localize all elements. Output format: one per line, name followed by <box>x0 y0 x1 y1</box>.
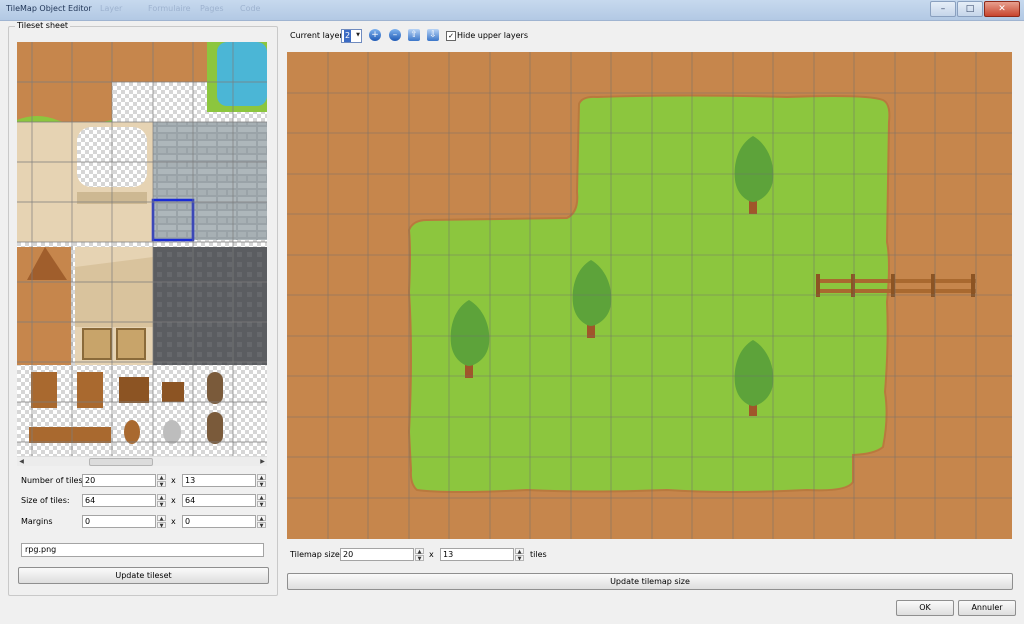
margins-label: Margins <box>21 517 53 526</box>
number-of-tiles-x-input[interactable] <box>82 474 156 487</box>
tilemap-image[interactable] <box>287 52 1012 539</box>
number-of-tiles-x-spinbox[interactable]: ▲▼ <box>82 474 166 488</box>
spin-down-icon[interactable]: ▼ <box>257 481 266 488</box>
tileset-group-label: Tileset sheet <box>15 21 70 30</box>
margins-x-input[interactable] <box>82 515 156 528</box>
tilemap-size-x-spinbox[interactable]: ▲▼ <box>340 548 424 562</box>
tilemap-size-label: Tilemap size: <box>290 550 343 559</box>
tileset-image-field[interactable]: rpg.png <box>21 543 264 557</box>
size-of-tiles-y-input[interactable] <box>182 494 256 507</box>
tileset-horizontal-scrollbar[interactable]: ◀ ▶ <box>17 456 267 466</box>
margins-x-spinbox[interactable]: ▲▼ <box>82 515 166 529</box>
tileset-group: Tileset sheet ◀ ▶ Number of tiles: 20 ▲ … <box>8 21 278 596</box>
margins-y-spinbox[interactable]: ▲▼ <box>182 515 266 529</box>
cancel-button[interactable]: Annuler <box>958 600 1016 616</box>
number-of-tiles-y-input[interactable] <box>182 474 256 487</box>
spin-down-icon[interactable]: ▼ <box>157 481 166 488</box>
size-of-tiles-label: Size of tiles: <box>21 496 70 505</box>
tilemap-size-y-spinbox[interactable]: ▲▼ <box>440 548 524 562</box>
spin-up-icon[interactable]: ▲ <box>257 494 266 501</box>
tilemap-size-units: tiles <box>530 550 547 559</box>
ghost-menu-item: Formulaire <box>148 4 191 13</box>
tilemap-size-x-input[interactable] <box>340 548 414 561</box>
spin-up-icon[interactable]: ▲ <box>157 494 166 501</box>
spin-down-icon[interactable]: ▼ <box>257 501 266 508</box>
times-sign: x <box>429 550 434 559</box>
spin-up-icon[interactable]: ▲ <box>257 474 266 481</box>
maximize-button[interactable]: □ <box>957 1 983 17</box>
remove-layer-icon[interactable]: – <box>389 29 401 41</box>
times-sign: x <box>171 476 176 485</box>
spin-up-icon[interactable]: ▲ <box>257 515 266 522</box>
tileset-image[interactable] <box>17 42 267 456</box>
ghost-menu-item: Code <box>240 4 261 13</box>
spin-down-icon[interactable]: ▼ <box>515 555 524 562</box>
minimize-button[interactable]: – <box>930 1 956 17</box>
hide-upper-layers-label: Hide upper layers <box>457 31 528 40</box>
hide-upper-layers-checkbox[interactable]: ✓ <box>446 31 456 41</box>
spin-down-icon[interactable]: ▼ <box>157 522 166 529</box>
move-layer-down-icon[interactable]: ⇩ <box>427 29 439 41</box>
tilemap-canvas[interactable] <box>287 52 1012 539</box>
ghost-menu-item: Layer <box>100 4 123 13</box>
spin-down-icon[interactable]: ▼ <box>157 501 166 508</box>
spin-up-icon[interactable]: ▲ <box>415 548 424 555</box>
current-layer-value: 2 <box>344 30 352 42</box>
margins-y-input[interactable] <box>182 515 256 528</box>
spin-up-icon[interactable]: ▲ <box>157 515 166 522</box>
current-layer-label: Current layer: <box>290 31 346 40</box>
tilemap-size-y-input[interactable] <box>440 548 514 561</box>
ok-button[interactable]: OK <box>896 600 954 616</box>
close-button[interactable]: ✕ <box>984 1 1020 17</box>
current-layer-select[interactable]: 2 ▼ <box>341 29 362 43</box>
title-bar: TileMap Object Editor Layer Formulaire P… <box>0 0 1024 21</box>
update-tileset-button[interactable]: Update tileset <box>18 567 269 584</box>
update-tilemap-size-button[interactable]: Update tilemap size <box>287 573 1013 590</box>
spin-down-icon[interactable]: ▼ <box>415 555 424 562</box>
number-of-tiles-y-spinbox[interactable]: ▲▼ <box>182 474 266 488</box>
tileset-hscroll-thumb[interactable] <box>89 458 153 466</box>
move-layer-up-icon[interactable]: ⇧ <box>408 29 420 41</box>
window-title: TileMap Object Editor <box>6 4 92 13</box>
scroll-left-icon[interactable]: ◀ <box>17 457 26 466</box>
number-of-tiles-label: Number of tiles: <box>21 476 86 485</box>
size-of-tiles-y-spinbox[interactable]: ▲▼ <box>182 494 266 508</box>
times-sign: x <box>171 517 176 526</box>
spin-up-icon[interactable]: ▲ <box>157 474 166 481</box>
spin-up-icon[interactable]: ▲ <box>515 548 524 555</box>
times-sign: x <box>171 496 176 505</box>
size-of-tiles-x-spinbox[interactable]: ▲▼ <box>82 494 166 508</box>
scroll-right-icon[interactable]: ▶ <box>258 457 267 466</box>
size-of-tiles-x-input[interactable] <box>82 494 156 507</box>
add-layer-icon[interactable]: + <box>369 29 381 41</box>
chevron-down-icon: ▼ <box>356 32 360 38</box>
tileset-view[interactable]: ▲ ▼ <box>17 42 267 456</box>
spin-down-icon[interactable]: ▼ <box>257 522 266 529</box>
ghost-menu-item: Pages <box>200 4 224 13</box>
